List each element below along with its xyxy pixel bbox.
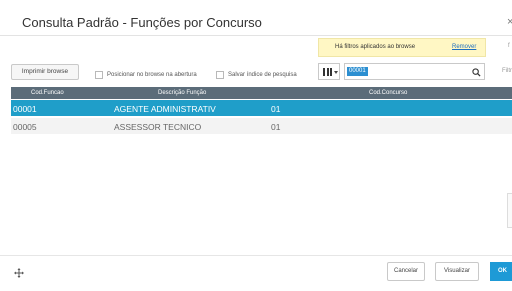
close-icon[interactable]: × (507, 16, 512, 28)
move-icon[interactable] (14, 268, 24, 278)
cell-cod-funcao: 00001 (13, 104, 37, 114)
table-row[interactable]: 00001 AGENTE ADMINISTRATIV 01 (11, 100, 512, 116)
save-index-checkbox-label: Salvar índice de pesquisa (228, 72, 297, 78)
view-toggle-icon (323, 68, 332, 76)
title-bar: Consulta Padrão - Funções por Concurso × (0, 0, 512, 36)
view-button[interactable]: Visualizar (435, 262, 479, 281)
cell-descricao: ASSESSOR TECNICO (114, 122, 202, 132)
print-browse-button[interactable]: Imprimir browse (11, 64, 79, 80)
clipped-text: Filtr (502, 68, 512, 74)
scrollbar[interactable] (507, 193, 512, 228)
position-checkbox[interactable] (95, 71, 103, 79)
filter-banner: Há filtros aplicados ao browse Remover (318, 38, 486, 57)
search-input[interactable]: 00001 (344, 63, 485, 80)
save-index-checkbox[interactable] (216, 71, 224, 79)
table-row[interactable]: 00005 ASSESSOR TECNICO 01 (11, 118, 512, 134)
view-toggle-button[interactable] (318, 63, 340, 80)
column-header[interactable]: Descrição Função (158, 90, 206, 96)
window-title: Consulta Padrão - Funções por Concurso (22, 15, 262, 30)
column-header[interactable]: Cod.Funcao (31, 90, 64, 96)
position-checkbox-label: Posicionar no browse na abertura (107, 72, 197, 78)
cell-cod-concurso: 01 (271, 122, 281, 132)
chevron-down-icon (334, 71, 338, 74)
search-icon[interactable] (472, 68, 481, 77)
ok-button[interactable]: OK (490, 262, 512, 281)
table-header: Cod.Funcao Descrição Função Cod.Concurso (11, 87, 512, 99)
remove-filter-link[interactable]: Remover (452, 44, 476, 50)
cell-cod-funcao: 00005 (13, 122, 37, 132)
column-header[interactable]: Cod.Concurso (369, 90, 407, 96)
search-value: 00001 (347, 67, 368, 76)
cell-descricao: AGENTE ADMINISTRATIV (114, 104, 216, 114)
cell-cod-concurso: 01 (271, 104, 281, 114)
filter-banner-text: Há filtros aplicados ao browse (335, 44, 416, 50)
clipped-text: f (508, 43, 510, 49)
footer-divider (0, 255, 512, 256)
cancel-button[interactable]: Cancelar (387, 262, 425, 281)
